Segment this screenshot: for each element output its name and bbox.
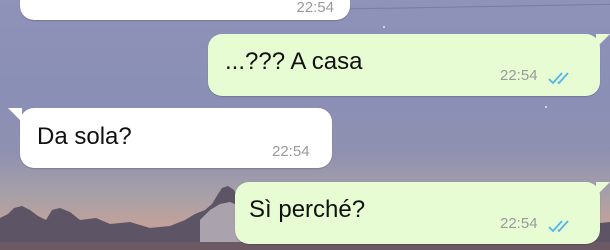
message-bubble-outgoing[interactable]: ...??? A casa 22:54: [208, 34, 600, 96]
message-text: Da sola?: [37, 123, 132, 150]
message-text: Sì perché?: [249, 196, 366, 223]
bubble-tail: [596, 182, 610, 196]
bubble-tail: [596, 34, 610, 48]
message-timestamp: 22:54: [296, 0, 334, 16]
double-check-icon: [548, 72, 569, 85]
message-text: ...??? A casa: [225, 48, 363, 75]
bubble-tail: [8, 108, 22, 122]
star: [383, 26, 385, 28]
message-timestamp: 22:54: [500, 67, 538, 84]
star: [545, 106, 547, 108]
message-timestamp: 22:54: [272, 143, 310, 160]
double-check-icon: [548, 220, 569, 233]
message-bubble-outgoing[interactable]: Sì perché? 22:54: [235, 182, 600, 244]
wire-line: [350, 3, 610, 10]
message-bubble-incoming[interactable]: Da sola? 22:54: [20, 108, 332, 168]
message-bubble-incoming[interactable]: 22:54: [20, 0, 350, 20]
message-timestamp: 22:54: [500, 215, 538, 232]
